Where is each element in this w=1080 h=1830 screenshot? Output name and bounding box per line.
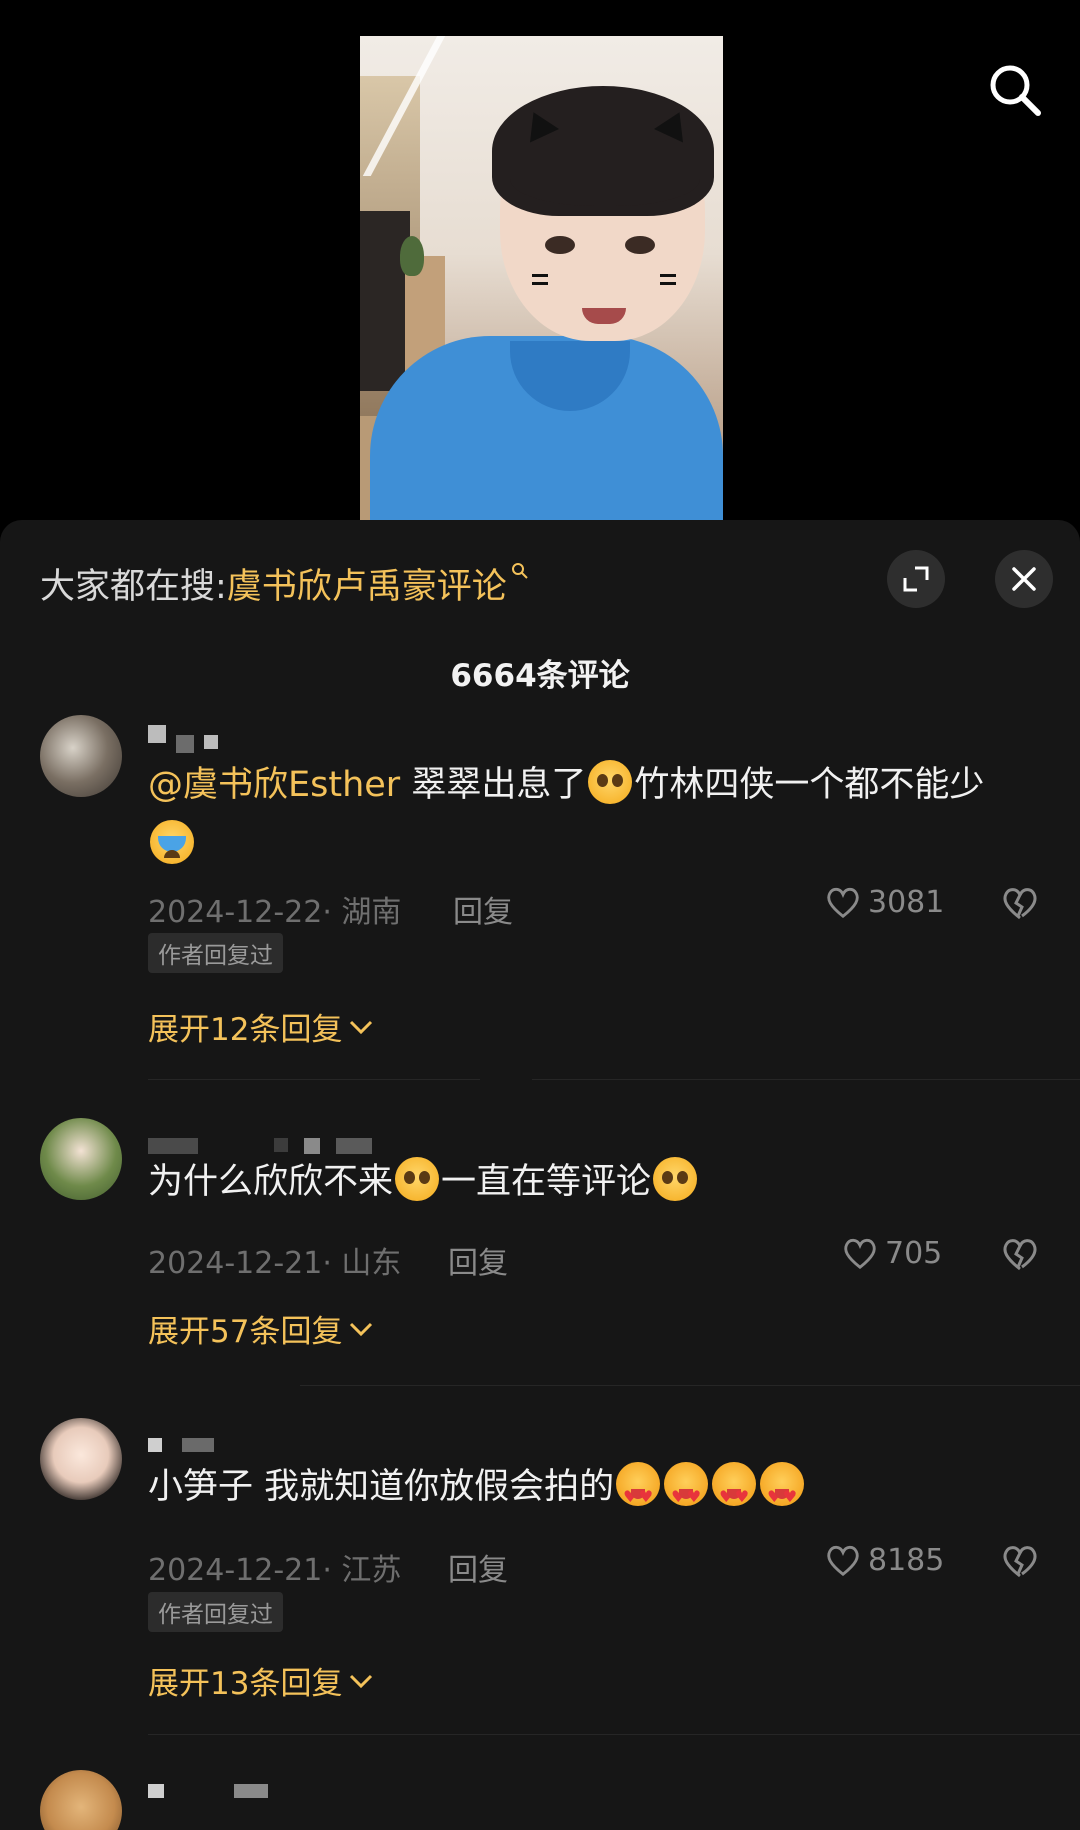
chevron-down-icon [350,1322,373,1336]
broken-heart-icon [1003,888,1037,920]
expand-replies-button[interactable]: 展开57条回复 [148,1306,374,1351]
trending-search-keyword[interactable]: 虞书欣卢禹豪评论 [227,567,507,607]
date-location: 2024-12-21· 山东 [148,1246,402,1281]
star-struck-icon [712,1462,757,1527]
background-plant [400,236,424,276]
dislike-button[interactable] [1000,1541,1040,1585]
close-icon [1012,567,1036,591]
pixel-block [182,1438,214,1452]
broken-heart-icon [1003,1239,1037,1271]
background-tv [360,211,410,391]
username-pixelated[interactable] [148,1438,214,1452]
child-bangs [510,146,700,206]
avatar[interactable] [40,1770,122,1830]
trending-search-prefix: 大家都在搜: [40,567,227,607]
pixel-block [148,725,166,743]
comment-text: @虞书欣Esther 翠翠出息了 竹林四侠一个都不能少 [148,755,1038,875]
username-pixelated[interactable] [148,725,218,753]
dislike-button[interactable] [1000,883,1040,927]
video-thumbnail[interactable] [360,36,723,520]
comment-item: 为什么欣欣不来 一直在等评论 2024-12-21· 山东 回复 705 展开57… [0,1118,1080,1378]
mention-link[interactable]: @虞书欣Esther [148,765,400,805]
comment-text-part: 为什么欣欣不来 [148,1162,394,1202]
heart-icon [827,1545,859,1577]
divider [532,1079,1080,1080]
pixel-block [148,1438,162,1452]
whisker [660,282,676,285]
expand-replies-button[interactable]: 展开12条回复 [148,1004,374,1049]
loudly-crying-face-icon [150,820,194,864]
username-pixelated[interactable] [148,1784,268,1798]
expand-replies-label: 展开13条回复 [148,1666,343,1702]
expand-replies-button[interactable]: 展开13条回复 [148,1658,374,1703]
pixel-block [234,1784,268,1798]
eye-left [545,236,575,254]
pixel-block [176,735,194,753]
comment-text-part: 小笋子 我就知道你放假会拍的 [148,1467,615,1507]
author-replied-badge: 作者回复过 [148,933,283,973]
close-button[interactable] [995,550,1053,608]
search-icon [511,563,528,579]
pleading-face-icon [653,1157,698,1201]
reply-button[interactable]: 回复 [453,887,513,931]
avatar[interactable] [40,1118,122,1200]
like-button[interactable]: 705 [841,1234,942,1272]
trending-search-link[interactable]: 大家都在搜:虞书欣卢禹豪评论 [40,558,529,609]
avatar[interactable] [40,1418,122,1500]
author-replied-badge: 作者回复过 [148,1592,283,1632]
expand-replies-label: 展开12条回复 [148,1012,343,1048]
eye-right [625,236,655,254]
heart-icon [844,1238,876,1270]
pleading-face-icon [395,1157,440,1201]
comment-text: 小笋子 我就知道你放假会拍的 [148,1457,1038,1527]
comment-item: @虞书欣Esther 翠翠出息了 竹林四侠一个都不能少 2024-12-22· 湖… [0,715,1080,1075]
comment-item [0,1770,1080,1830]
comment-text-part: 一直在等评论 [441,1162,652,1202]
search-button[interactable] [985,60,1045,120]
pixel-block [204,735,218,749]
broken-heart-icon [1003,1546,1037,1578]
pleading-face-icon [588,760,633,804]
heart-icon [827,887,859,919]
like-button[interactable]: 3081 [824,883,944,921]
search-icon [990,65,1041,116]
dislike-button[interactable] [1000,1234,1040,1278]
whisker [532,274,548,277]
expand-icon [903,566,929,592]
like-count: 8185 [868,1542,945,1578]
like-count: 705 [885,1235,943,1271]
divider [148,1734,1080,1735]
comment-count: 6664条评论 [450,658,630,694]
reply-button[interactable]: 回复 [448,1545,508,1589]
star-struck-icon [664,1462,709,1527]
date-location: 2024-12-21· 江苏 [148,1553,402,1588]
video-area[interactable] [0,0,1080,520]
comment-item: 小笋子 我就知道你放假会拍的 2024-12-21· 江苏 回复 8185 作者… [0,1418,1080,1728]
like-button[interactable]: 8185 [824,1541,944,1579]
comment-text-part: 竹林四侠一个都不能少 [634,765,985,805]
star-struck-icon [760,1462,805,1527]
date-location: 2024-12-22· 湖南 [148,895,402,930]
comment-text-part: 翠翠出息了 [400,765,587,805]
comment-sheet: 大家都在搜:虞书欣卢禹豪评论 6664条评论 @虞书欣Esther 翠翠出息了 竹… [0,520,1080,1830]
expand-replies-label: 展开57条回复 [148,1314,343,1350]
pixel-block [148,1784,164,1798]
divider [300,1385,1080,1386]
star-struck-icon [616,1462,661,1527]
whisker [532,282,548,285]
pixel-block [274,1138,288,1152]
whisker [660,274,676,277]
like-count: 3081 [868,884,945,920]
reply-button[interactable]: 回复 [448,1238,508,1282]
avatar[interactable] [40,715,122,797]
chevron-down-icon [350,1674,373,1688]
divider [148,1079,480,1080]
chevron-down-icon [350,1020,373,1034]
comment-text: 为什么欣欣不来 一直在等评论 [148,1152,1038,1212]
expand-button[interactable] [887,550,945,608]
